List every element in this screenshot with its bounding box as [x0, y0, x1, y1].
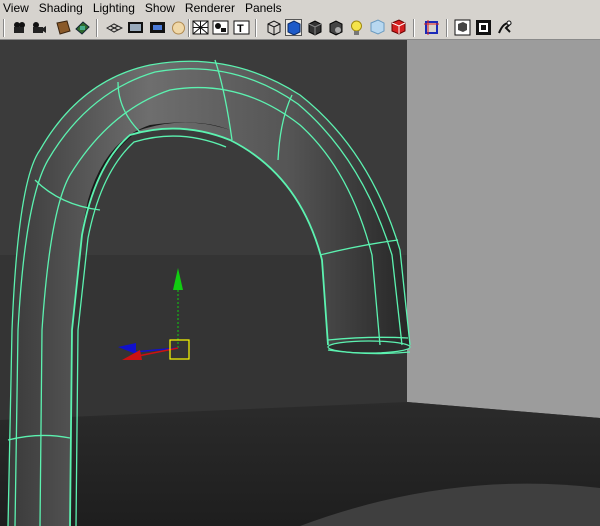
xray-icon[interactable] — [369, 19, 386, 36]
safe-title-icon[interactable] — [212, 19, 229, 36]
menu-shading[interactable]: Shading — [34, 0, 88, 16]
isolate-select-icon[interactable] — [423, 19, 440, 36]
resolution-gate-icon[interactable] — [149, 19, 166, 36]
uv-editor-icon[interactable] — [496, 19, 513, 36]
safe-action-icon[interactable] — [192, 19, 209, 36]
menu-show[interactable]: Show — [140, 0, 180, 16]
field-chart-icon[interactable] — [170, 19, 187, 36]
panel-menubar: View Shading Lighting Show Renderer Pane… — [0, 0, 600, 16]
film-gate-icon[interactable] — [127, 19, 144, 36]
flat-shade-icon[interactable] — [306, 19, 323, 36]
frame-selection-icon[interactable] — [475, 19, 492, 36]
panel-toolbar: T — [0, 16, 600, 40]
bounding-box-icon[interactable] — [327, 19, 344, 36]
svg-text:T: T — [237, 23, 244, 35]
toolbar-separator — [3, 19, 5, 37]
toolbar-separator — [413, 19, 415, 37]
toolbar-separator — [96, 19, 98, 37]
select-camera-icon[interactable] — [11, 19, 28, 36]
perspective-viewport[interactable] — [0, 40, 600, 526]
toolbar-separator — [255, 19, 257, 37]
smooth-shade-icon[interactable] — [285, 19, 302, 36]
menu-renderer[interactable]: Renderer — [180, 0, 240, 16]
menu-lighting[interactable]: Lighting — [88, 0, 140, 16]
toolbar-separator — [188, 19, 190, 37]
wireframe-icon[interactable] — [265, 19, 282, 36]
camera-attributes-icon[interactable] — [30, 19, 47, 36]
image-plane-icon[interactable] — [74, 19, 91, 36]
toolbar-separator — [446, 19, 448, 37]
backface-icon[interactable] — [390, 19, 407, 36]
viewport-canvas[interactable] — [0, 40, 600, 526]
grid-icon[interactable] — [106, 19, 123, 36]
textured-icon[interactable]: T — [233, 19, 250, 36]
bookmark-icon[interactable] — [55, 19, 72, 36]
side-wall — [407, 40, 600, 418]
lights-icon[interactable] — [348, 19, 365, 36]
frame-all-icon[interactable] — [454, 19, 471, 36]
menu-view[interactable]: View — [0, 0, 34, 16]
menu-panels[interactable]: Panels — [240, 0, 287, 16]
